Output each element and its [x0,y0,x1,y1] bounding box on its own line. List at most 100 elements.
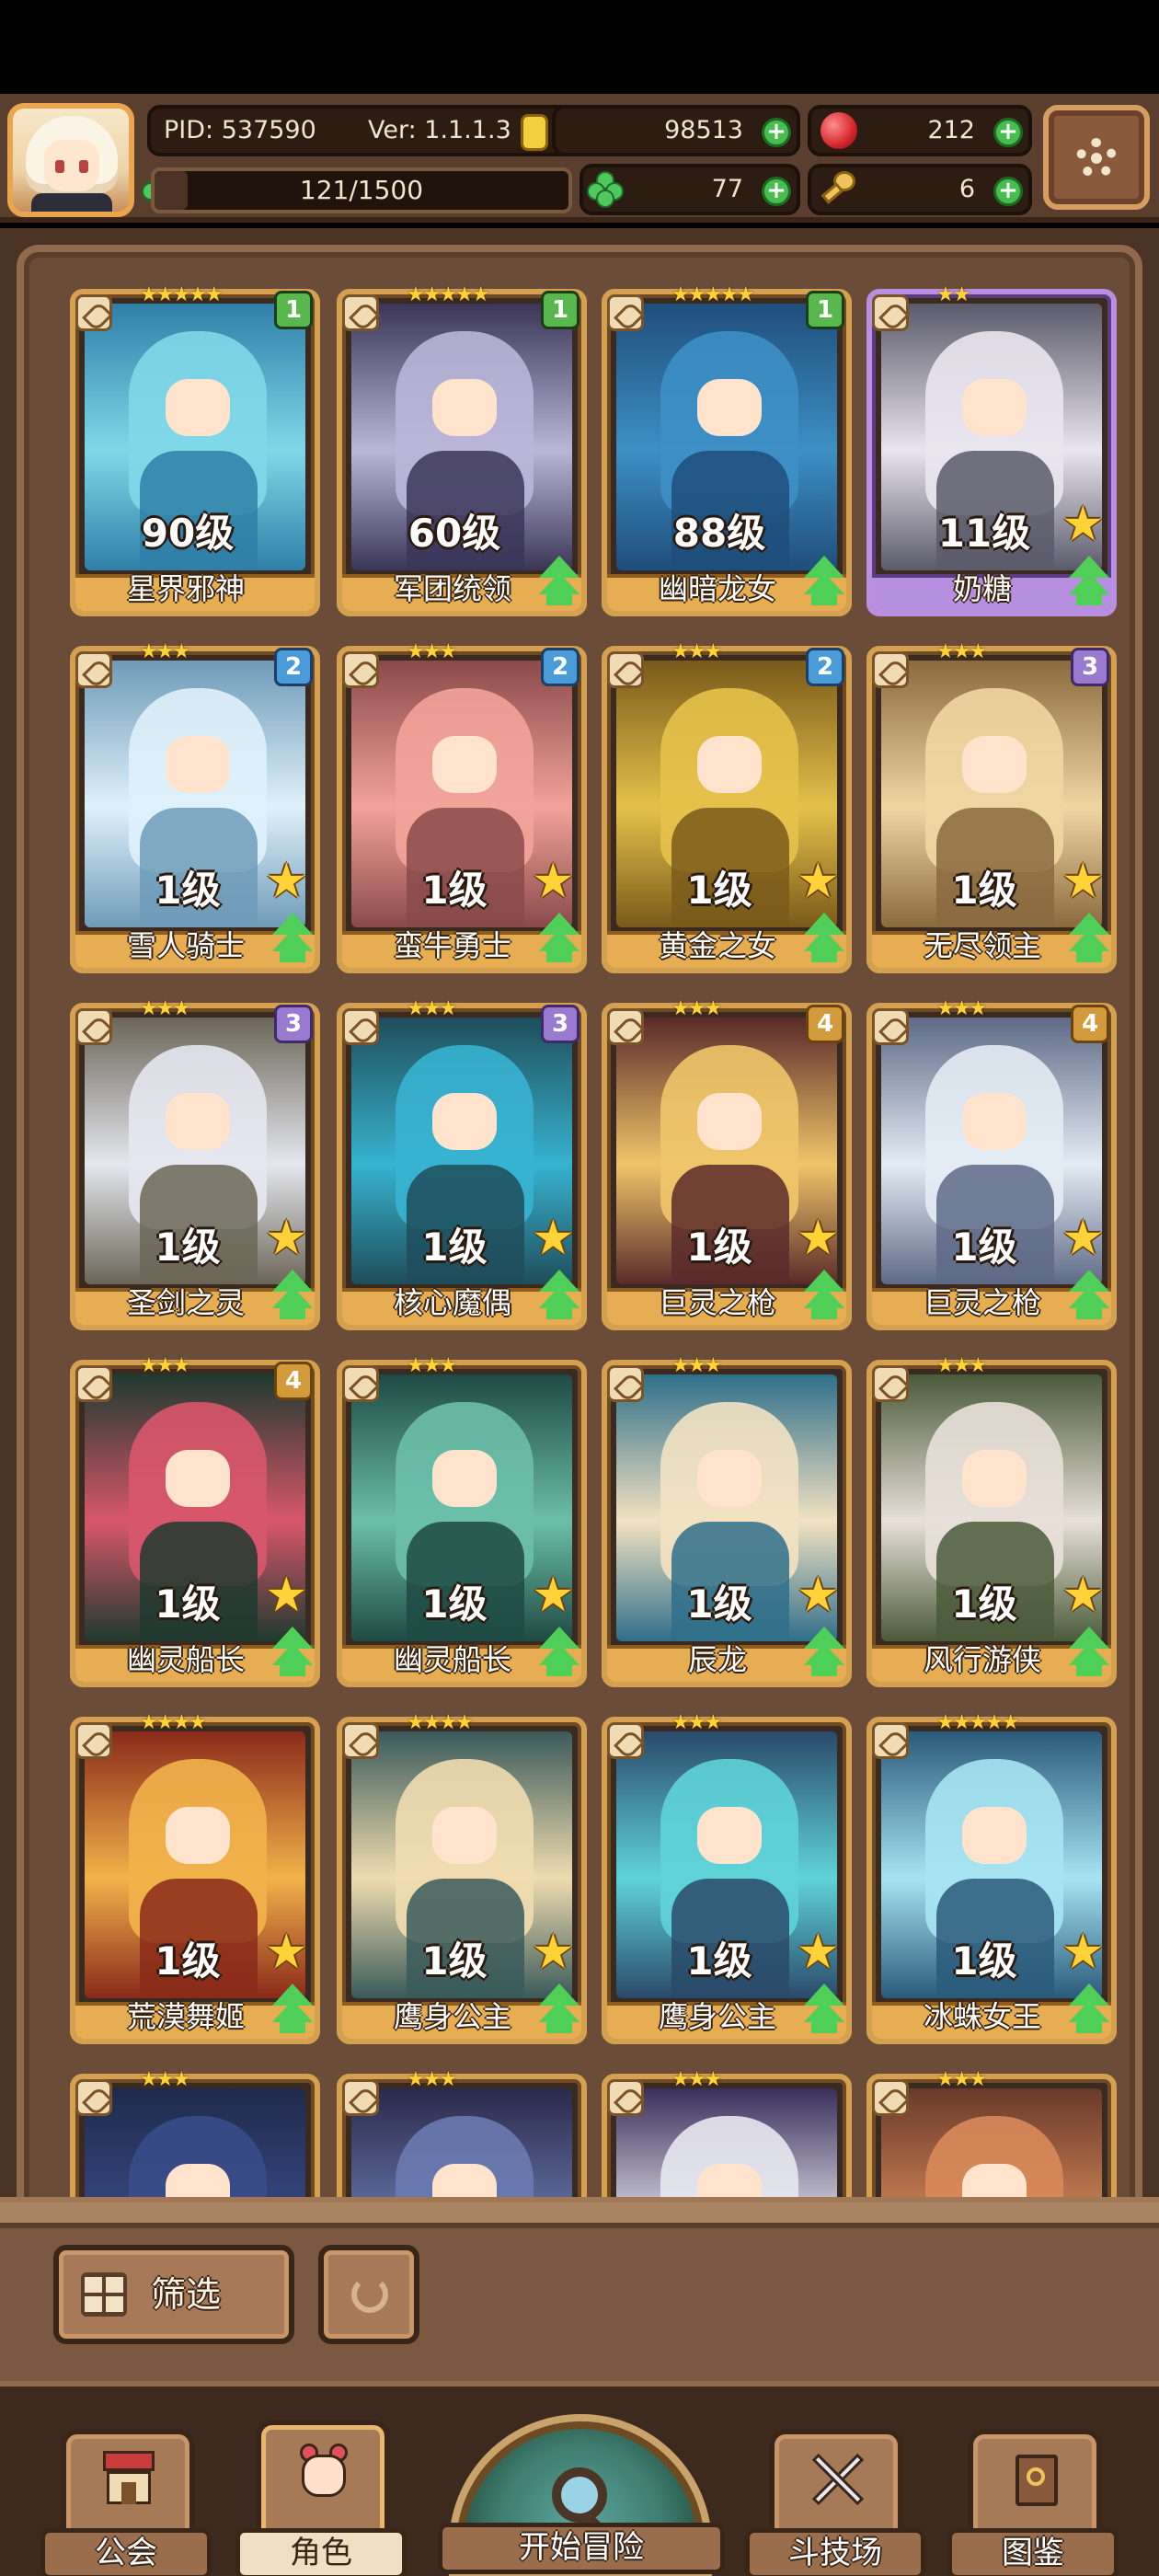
star-upgrade-icon[interactable]: ★ [532,1214,575,1262]
star-rating: ★★★★★ [671,283,755,306]
nav-label-codex: 图鉴 [947,2528,1119,2576]
hero-portrait-icon[interactable] [7,103,134,217]
hero-card[interactable]: ★★★ 1级 辰龙 ★ [602,1354,852,1687]
hero-card[interactable]: ★★★★ 1级 鹰身公主 ★ [337,1711,587,2044]
hero-card[interactable]: ★★★★★ 1级 冰蛛女王 ★ [866,1711,1117,2044]
star-upgrade-icon[interactable]: ★ [532,1928,575,1976]
star-rating: ★★★ [936,997,987,1020]
hero-card[interactable]: ★★★ 3 1级 圣剑之灵 ★ [70,997,320,1330]
add-clover-button[interactable]: + [762,177,791,206]
gem-amount: 212 [927,116,975,144]
hero-card[interactable]: ★★★ 1级 鹰身公主 ★ [602,1711,852,2044]
level-up-arrow-icon[interactable] [1063,1627,1113,1682]
hero-card[interactable]: ★★★ 2 1级 雪人骑士 ★ [70,640,320,973]
star-upgrade-icon[interactable]: ★ [532,1571,575,1619]
level-up-arrow-icon[interactable] [798,1627,848,1682]
add-key-button[interactable]: + [993,177,1023,206]
leaf-badge-icon [607,651,644,688]
level-up-arrow-icon[interactable] [798,1270,848,1325]
leaf-badge-icon [75,294,112,331]
level-up-arrow-icon[interactable] [1063,913,1113,968]
star-upgrade-icon[interactable]: ★ [1061,1214,1105,1262]
level-up-arrow-icon[interactable] [267,1984,316,2039]
gem-icon [820,112,857,149]
hero-card[interactable]: ★★★ 3 1级 无尽领主 ★ [866,640,1117,973]
hero-card[interactable]: ★★★ 4 1级 幽灵船长 ★ [70,1354,320,1687]
level-up-arrow-icon[interactable] [534,1627,583,1682]
leaf-badge-icon [75,2079,112,2116]
hero-card[interactable]: ★★★★★ 1 60级 军团统领 [337,283,587,616]
star-rating: ★★★ [407,997,457,1020]
star-rating: ★★★ [936,640,987,663]
star-rating: ★★★★★ [140,283,224,306]
nav-label-adventure: 开始冒险 [438,2523,725,2574]
star-upgrade-icon[interactable]: ★ [265,857,308,905]
star-upgrade-icon[interactable]: ★ [532,857,575,905]
level-up-arrow-icon[interactable] [798,913,848,968]
key-icon [820,171,857,208]
add-gem-button[interactable]: + [993,118,1023,147]
hero-card[interactable]: ★★ 11级 奶糖 ★ [866,283,1117,616]
rank-badge: 2 [806,648,844,686]
hero-character-icon [294,2442,353,2501]
hero-card[interactable]: ★★★ 3 1级 核心魔偶 ★ [337,997,587,1330]
level-up-arrow-icon[interactable] [798,1984,848,2039]
star-rating: ★★ [936,283,970,306]
star-upgrade-icon[interactable]: ★ [797,1928,840,1976]
hero-card[interactable]: ★★★ 2 1级 黄金之女 ★ [602,640,852,973]
level-up-arrow-icon[interactable] [534,1984,583,2039]
magnifier-icon [552,2467,607,2523]
star-upgrade-icon[interactable]: ★ [265,1571,308,1619]
filter-button[interactable]: 筛选 [53,2245,294,2344]
star-upgrade-icon[interactable]: ★ [1061,1928,1105,1976]
star-rating: ★★★ [671,1354,722,1377]
leaf-badge-icon [75,1722,112,1759]
level-up-arrow-icon[interactable] [798,556,848,611]
star-upgrade-icon[interactable]: ★ [797,1214,840,1262]
hero-card[interactable]: ★★★ 2 1级 蛮牛勇士 ★ [337,640,587,973]
hero-card[interactable]: ★★★ 1级 幽灵船长 ★ [337,1354,587,1687]
rank-badge: 3 [541,1005,580,1043]
refresh-button[interactable] [318,2245,419,2344]
star-upgrade-icon[interactable]: ★ [265,1214,308,1262]
star-rating: ★★★ [140,1354,190,1377]
level-up-arrow-icon[interactable] [267,913,316,968]
hero-card[interactable]: ★★★ 4 1级 巨灵之枪 ★ [866,997,1117,1330]
level-up-arrow-icon[interactable] [534,1270,583,1325]
add-gold-button[interactable]: + [762,118,791,147]
star-upgrade-icon[interactable]: ★ [1061,857,1105,905]
hero-card[interactable]: ★★★★ 1级 荒漠舞姬 ★ [70,1711,320,2044]
hero-level: 60级 [407,511,501,556]
clover-icon [587,171,624,208]
hero-card[interactable]: ★★★ 4 1级 巨灵之枪 ★ [602,997,852,1330]
star-upgrade-icon[interactable]: ★ [1061,500,1105,548]
star-rating: ★★★ [936,1354,987,1377]
hero-card[interactable]: ★★★★★ 1 88级 幽暗龙女 [602,283,852,616]
leaf-badge-icon [75,1008,112,1045]
star-upgrade-icon[interactable]: ★ [797,857,840,905]
level-up-arrow-icon[interactable] [267,1627,316,1682]
leaf-badge-icon [872,1008,909,1045]
level-up-arrow-icon[interactable] [1063,1270,1113,1325]
level-up-arrow-icon[interactable] [1063,556,1113,611]
star-upgrade-icon[interactable]: ★ [265,1928,308,1976]
level-up-arrow-icon[interactable] [1063,1984,1113,2039]
star-upgrade-icon[interactable]: ★ [797,1571,840,1619]
level-up-arrow-icon[interactable] [267,1270,316,1325]
hero-card[interactable]: ★★★★★ 1 90级 星界邪神 [70,283,320,616]
leaf-badge-icon [342,1365,379,1402]
leaf-badge-icon [872,294,909,331]
leaf-badge-icon [342,2079,379,2116]
nav-label-guild: 公会 [40,2528,212,2576]
leaf-badge-icon [607,2079,644,2116]
level-up-arrow-icon[interactable] [534,556,583,611]
star-upgrade-icon[interactable]: ★ [1061,1571,1105,1619]
hero-card[interactable]: ★★★ 1级 风行游侠 ★ [866,1354,1117,1687]
star-rating: ★★★ [936,2068,987,2091]
rank-badge: 4 [274,1362,313,1400]
leaf-badge-icon [75,651,112,688]
coin-badge-icon [521,114,548,151]
level-up-arrow-icon[interactable] [534,913,583,968]
settings-button[interactable] [1043,105,1150,210]
rank-badge: 4 [806,1005,844,1043]
